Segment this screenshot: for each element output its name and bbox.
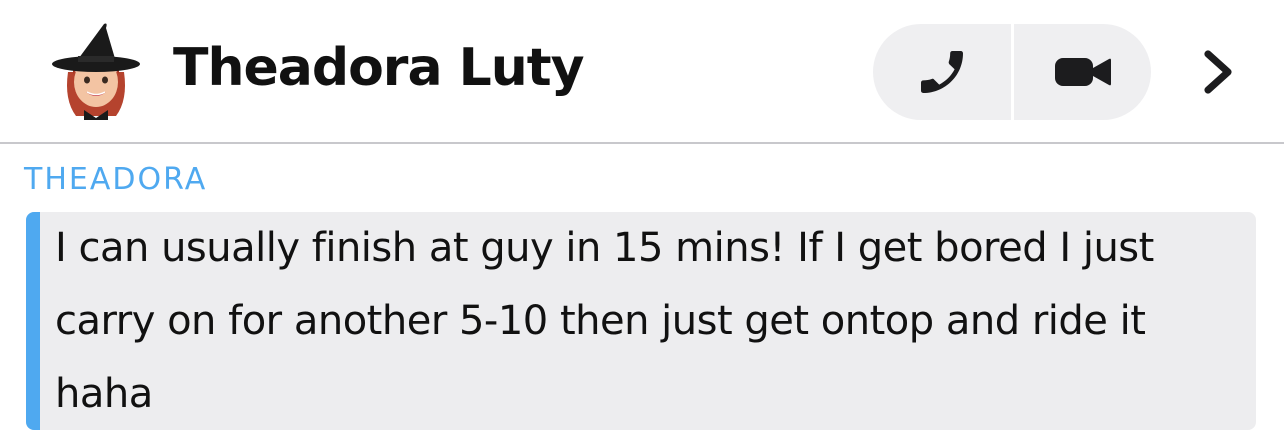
phone-icon [921, 51, 963, 93]
video-camera-icon [1054, 58, 1111, 86]
chat-header: Theadora Luty [0, 0, 1284, 144]
contact-name[interactable]: Theadora Luty [173, 30, 585, 106]
call-actions [873, 24, 1151, 120]
message-sender-label: THEADORA [24, 162, 208, 197]
sender-accent-bar [26, 212, 40, 430]
more-button[interactable] [1190, 44, 1246, 100]
voice-call-button[interactable] [873, 24, 1011, 120]
avatar-icon[interactable] [46, 20, 146, 120]
message-text: I can usually finish at guy in 15 mins! … [55, 225, 1154, 417]
chevron-right-icon [1204, 50, 1232, 94]
message-bubble[interactable]: I can usually finish at guy in 15 mins! … [26, 212, 1256, 430]
video-call-button[interactable] [1014, 24, 1151, 120]
